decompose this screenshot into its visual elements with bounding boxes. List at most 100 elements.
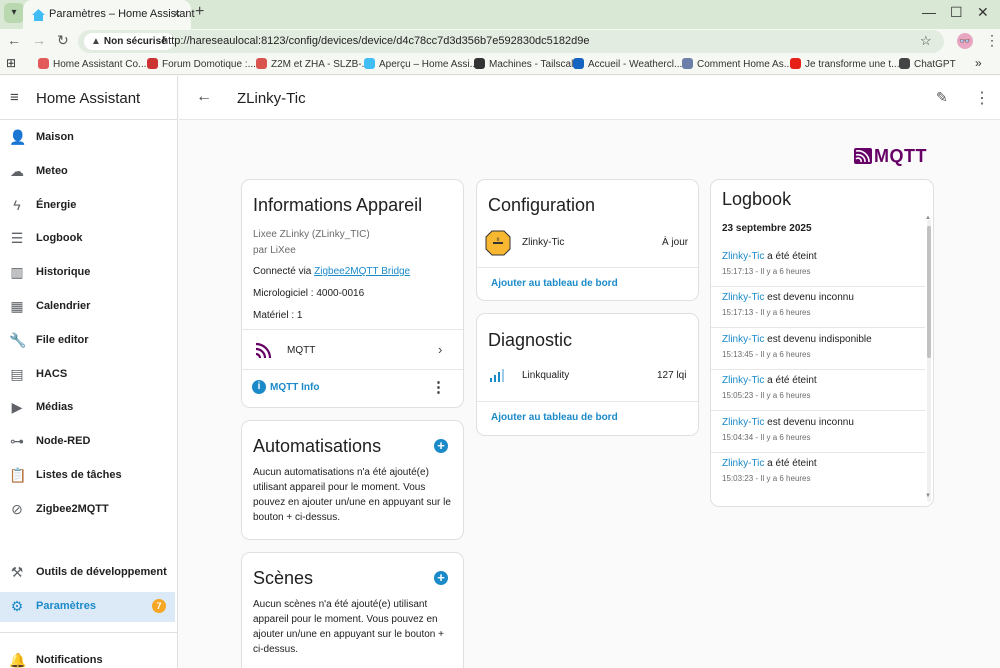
mqtt-logo-icon: [854, 148, 872, 164]
add-scene-button[interactable]: +: [434, 571, 448, 585]
bell-icon: 🔔: [9, 652, 27, 668]
logbook-entry: Zlinky-Tic a été éteint 15:17:13 - Il y a…: [711, 246, 925, 287]
sidebar-item-dev-tools[interactable]: ⚒ Outils de développement: [0, 558, 178, 588]
info-icon: i: [252, 380, 266, 394]
list-icon: ☰: [10, 230, 24, 247]
logbook-entry: Zlinky-Tic est devenu inconnu 15:04:34 - …: [711, 412, 925, 453]
diagnostic-entity-name: Linkquality: [522, 370, 570, 381]
sidebar-item-label: Zigbee2MQTT: [36, 502, 109, 515]
integration-row[interactable]: MQTT ›: [242, 332, 463, 368]
bookmark-item[interactable]: Aperçu – Home Assi...: [364, 58, 478, 70]
automations-text: utilisant appareil pour le moment. Vous: [253, 482, 426, 493]
sidebar-item-label: Outils de développement: [36, 566, 167, 578]
device-model: Lixee ZLinky (ZLinky_TIC): [253, 229, 370, 240]
sidebar-item-m-dias[interactable]: ▶ Médias: [0, 393, 178, 423]
logbook-entry: Zlinky-Tic a été éteint 15:03:23 - Il y a…: [711, 453, 925, 494]
url-text[interactable]: http://hareseaulocal:8123/config/devices…: [162, 35, 590, 47]
sidebar-item-historique[interactable]: ▥ Historique: [0, 258, 178, 288]
sidebar-item-label: Historique: [36, 266, 91, 279]
sidebar-item-label: Paramètres: [36, 600, 96, 612]
chevron-right-icon: ›: [438, 342, 443, 357]
menu-toggle-icon[interactable]: ≡: [10, 89, 19, 106]
tab-search-button[interactable]: ▾: [4, 3, 24, 23]
bookmark-item[interactable]: Forum Domotique :...: [147, 58, 256, 70]
scrollbar-thumb[interactable]: [927, 226, 931, 358]
bridge-link[interactable]: Zigbee2MQTT Bridge: [314, 266, 410, 277]
sidebar: ≡ Home Assistant ⚒ Outils de développeme…: [0, 76, 178, 668]
sidebar-item-calendrier[interactable]: ▦ Calendrier: [0, 292, 178, 322]
logbook-time: 15:17:13 - Il y a 6 heures: [722, 308, 811, 318]
config-add-dashboard-link[interactable]: Ajouter au tableau de bord: [491, 278, 618, 289]
logbook-entity-link[interactable]: Zlinky-Tic: [722, 334, 764, 345]
logbook-entity-link[interactable]: Zlinky-Tic: [722, 375, 764, 386]
new-tab-icon[interactable]: +: [195, 3, 204, 21]
logbook-scrollbar[interactable]: [927, 220, 931, 502]
connected-via: Connecté via Zigbee2MQTT Bridge: [253, 266, 410, 277]
diagnostic-add-dashboard-link[interactable]: Ajouter au tableau de bord: [491, 412, 618, 423]
forward-icon[interactable]: →: [32, 32, 46, 48]
sidebar-item-zigbee2mqtt[interactable]: ⊘ Zigbee2MQTT: [0, 495, 178, 525]
apps-grid-icon[interactable]: ⊞: [6, 56, 16, 70]
bookmark-favicon-icon: [38, 58, 49, 69]
add-automation-button[interactable]: +: [434, 439, 448, 453]
bookmark-star-icon[interactable]: ☆: [920, 33, 932, 49]
sidebar-item-notifications[interactable]: 🔔 Notifications: [0, 646, 178, 668]
browser-tab[interactable]: Paramètres – Home Assistant ×: [23, 0, 195, 29]
sidebar-item-listes-de-t-ches[interactable]: 📋 Listes de tâches: [0, 461, 178, 491]
automations-title: Automatisations: [253, 436, 382, 456]
bookmark-label: ChatGPT: [914, 59, 956, 70]
bookmark-item[interactable]: Home Assistant Co...: [38, 58, 146, 70]
logbook-entity-link[interactable]: Zlinky-Tic: [722, 417, 764, 428]
divider: [477, 401, 698, 402]
diagnostic-entity-row[interactable]: Linkquality 127 lqi: [477, 362, 698, 394]
bookmark-item[interactable]: Machines - Tailscale: [474, 58, 579, 70]
device-actions-icon[interactable]: ⋮: [431, 378, 446, 396]
bookmark-item[interactable]: Accueil - Weathercl...: [573, 58, 682, 70]
bookmark-item[interactable]: Je transforme une t...: [790, 58, 900, 70]
sidebar-item-logbook[interactable]: ☰ Logbook: [0, 224, 178, 254]
lightning-icon: ϟ: [13, 196, 21, 213]
scenes-text: Aucun scènes n'a été ajouté(e) utilisant: [253, 599, 428, 610]
warning-icon: ▲: [91, 36, 101, 47]
back-icon[interactable]: ←: [7, 32, 21, 48]
browser-tab-bar: ▾ Paramètres – Home Assistant × + — ☐ ✕: [0, 0, 1000, 29]
logbook-entry-line: Zlinky-Tic a été éteint: [722, 375, 817, 386]
scenes-text: ci-dessus.: [253, 644, 299, 655]
sidebar-item-settings[interactable]: ⚙ Paramètres 7: [0, 592, 175, 622]
more-bookmarks-icon[interactable]: »: [975, 56, 982, 70]
mqtt-icon: [255, 342, 272, 359]
logbook-entity-link[interactable]: Zlinky-Tic: [722, 251, 764, 262]
sidebar-item-file-editor[interactable]: 🔧 File editor: [0, 326, 178, 356]
profile-avatar[interactable]: 👓: [957, 33, 973, 49]
window-close-icon[interactable]: ✕: [977, 4, 989, 21]
logbook-time: 15:03:23 - Il y a 6 heures: [722, 474, 811, 483]
home-assistant-favicon-icon: [32, 9, 45, 21]
tab-close-icon[interactable]: ×: [173, 6, 181, 21]
sidebar-item-node-red[interactable]: ⊶ Node-RED: [0, 427, 178, 457]
sidebar-item-meteo[interactable]: ☁ Meteo: [0, 157, 178, 187]
bookmark-item[interactable]: Z2M et ZHA - SLZB-...: [256, 58, 370, 70]
sidebar-item-hacs[interactable]: ▤ HACS: [0, 360, 178, 390]
maximize-icon[interactable]: ☐: [950, 4, 963, 21]
minimize-icon[interactable]: —: [922, 4, 936, 20]
sidebar-item-label: HACS: [36, 367, 68, 380]
mqtt-info-link[interactable]: MQTT Info: [270, 382, 319, 393]
bookmark-item[interactable]: Comment Home As...: [682, 58, 792, 70]
more-options-icon[interactable]: ⋮: [974, 88, 990, 108]
config-entity-row[interactable]: ıı Zlinky-Tic À jour: [477, 227, 698, 261]
sidebar-item-maison[interactable]: 👤 Maison: [0, 123, 178, 153]
reload-icon[interactable]: ↻: [57, 32, 69, 49]
logbook-time: 15:13:45 - Il y a 6 heures: [722, 349, 811, 359]
sidebar-item--nergie[interactable]: ϟ Énergie: [0, 191, 178, 221]
edit-pencil-icon[interactable]: ✎: [936, 89, 948, 106]
back-arrow-icon[interactable]: ←: [196, 88, 212, 106]
browser-menu-icon[interactable]: ⋮: [985, 32, 999, 49]
bookmark-item[interactable]: ChatGPT: [899, 58, 956, 70]
address-bar[interactable]: ▲ Non sécurisé http://hareseaulocal:8123/…: [78, 30, 944, 53]
device-manufacturer: par LiXee: [253, 245, 296, 256]
security-chip[interactable]: ▲ Non sécurisé: [84, 33, 174, 50]
scroll-down-icon[interactable]: ▼: [925, 493, 931, 499]
logbook-entity-link[interactable]: Zlinky-Tic: [722, 292, 764, 303]
logbook-entity-link[interactable]: Zlinky-Tic: [722, 458, 764, 469]
scroll-up-icon[interactable]: ▲: [925, 215, 931, 221]
